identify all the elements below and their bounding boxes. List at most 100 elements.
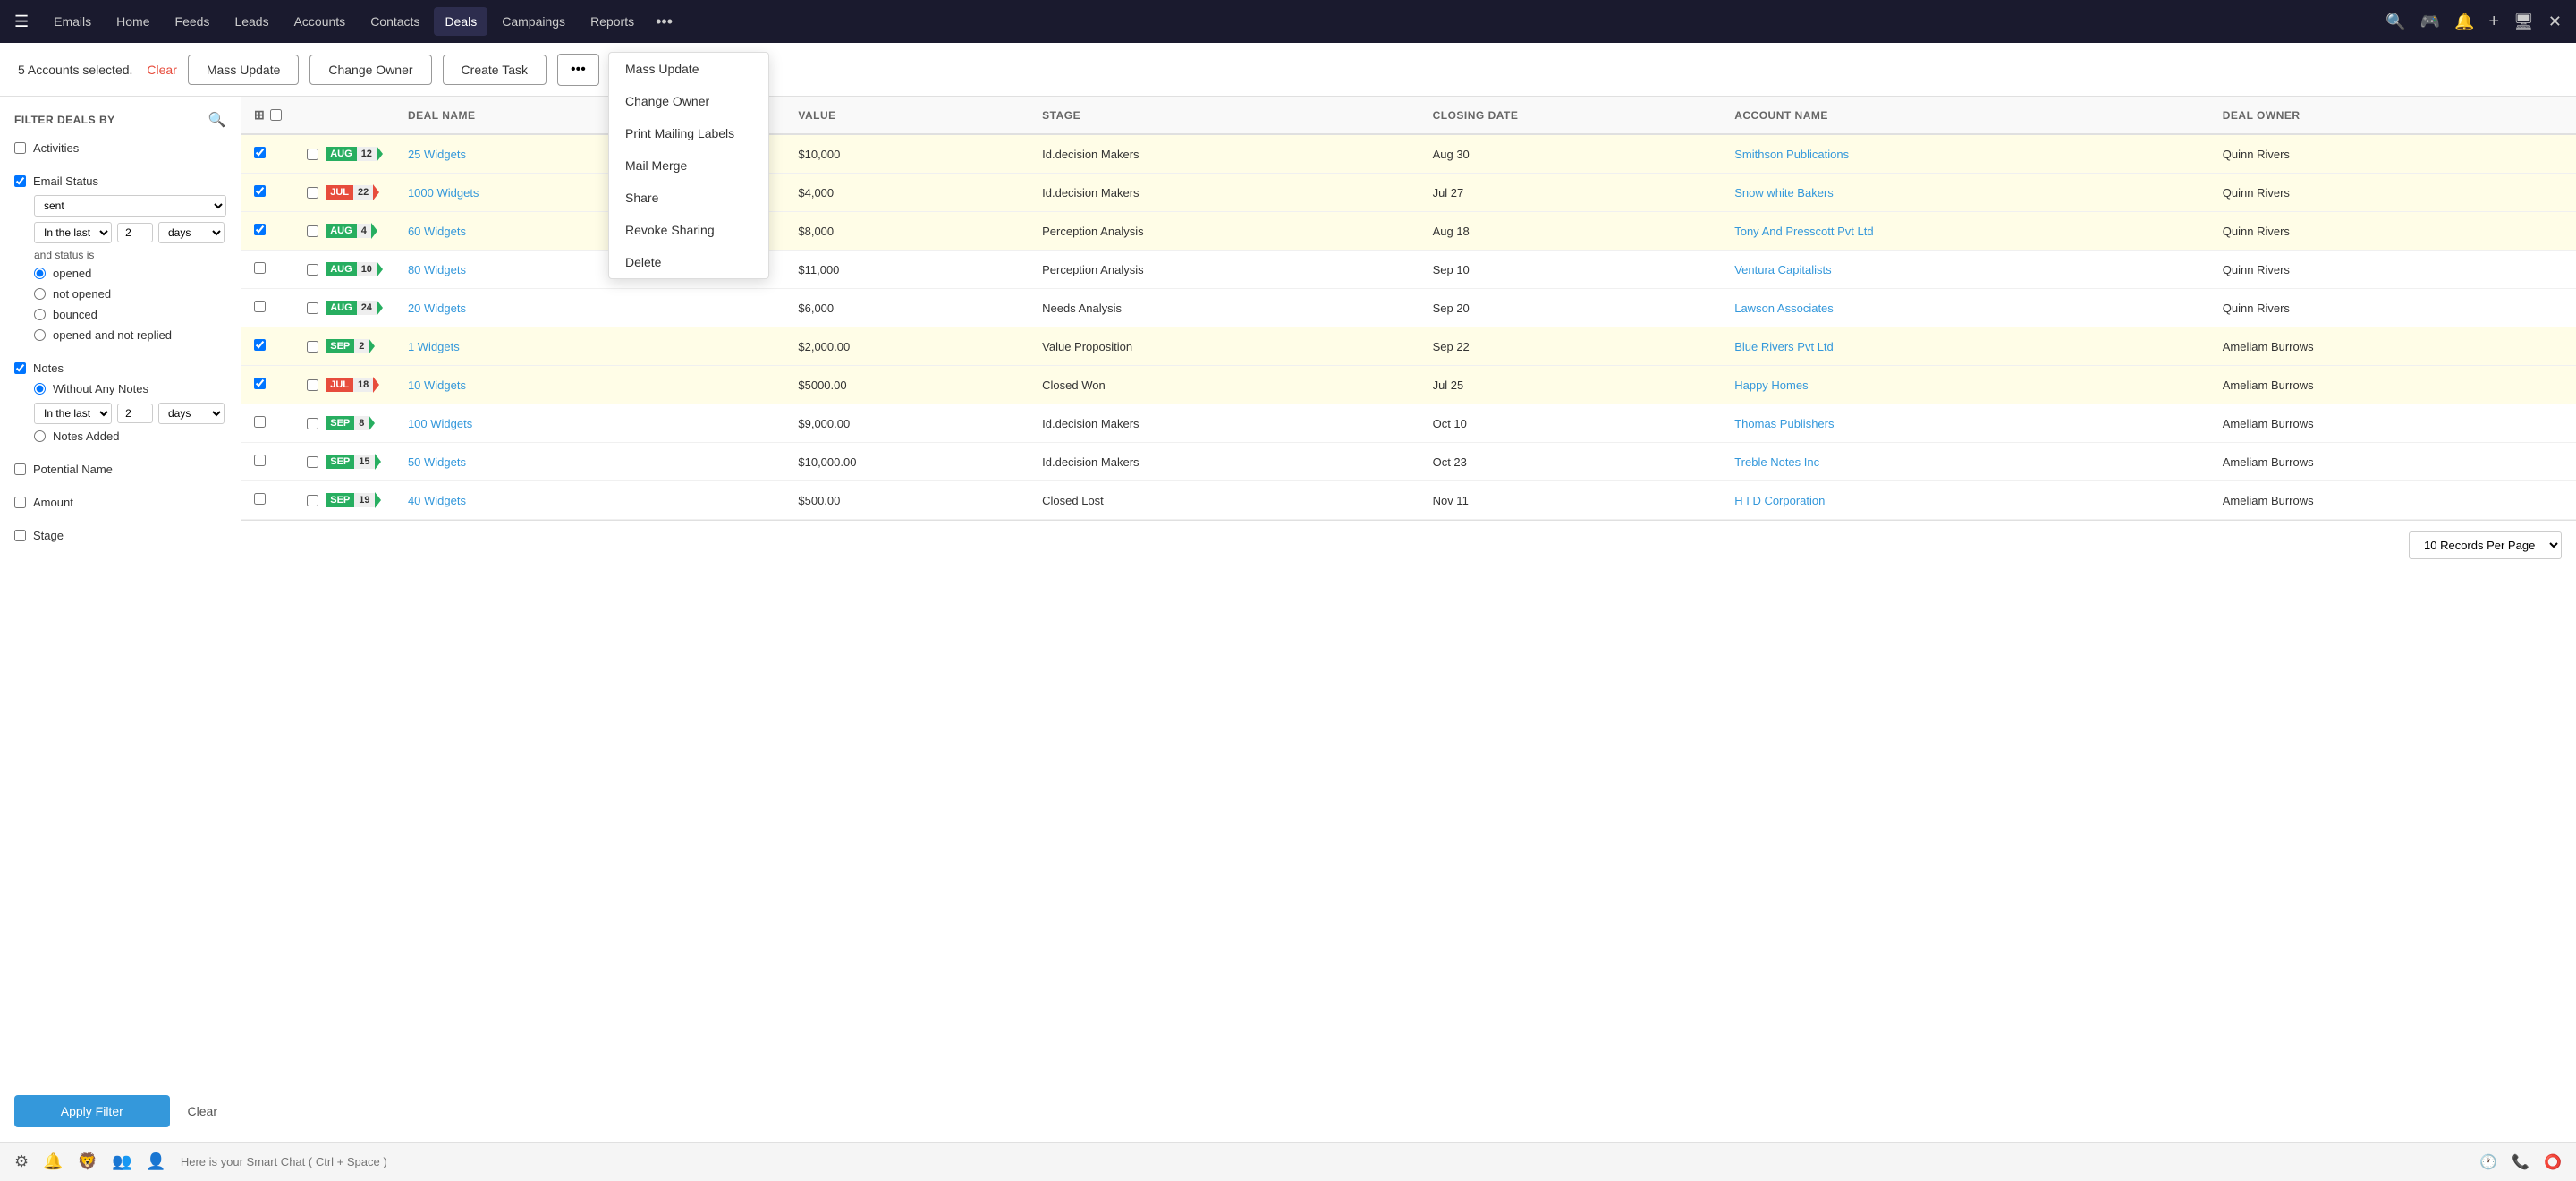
activities-label[interactable]: Activities [33, 141, 79, 155]
row-secondary-checkbox[interactable] [307, 495, 318, 506]
row-checkbox[interactable] [254, 378, 266, 389]
apply-filter-button[interactable]: Apply Filter [14, 1095, 170, 1127]
account-name-link[interactable]: Happy Homes [1734, 378, 1808, 392]
menu-icon[interactable]: ☰ [14, 13, 29, 31]
status-bounced-radio[interactable] [34, 309, 46, 320]
deal-name-link[interactable]: 1 Widgets [408, 340, 460, 353]
th-stage[interactable]: STAGE [1030, 97, 1419, 134]
deal-name-link[interactable]: 40 Widgets [408, 494, 466, 507]
without-notes-label[interactable]: Without Any Notes [53, 382, 148, 395]
account-name-link[interactable]: Snow white Bakers [1734, 186, 1834, 200]
account-name-link[interactable]: Lawson Associates [1734, 302, 1834, 315]
th-closing-date[interactable]: CLOSING DATE [1420, 97, 1723, 134]
th-deal-owner[interactable]: DEAL OWNER [2210, 97, 2576, 134]
bell-icon[interactable]: 🔔 [2454, 13, 2474, 31]
notes-checkbox[interactable] [14, 362, 26, 374]
user-icon[interactable]: 👤 [146, 1152, 165, 1171]
nav-contacts[interactable]: Contacts [360, 7, 430, 36]
dropdown-print-mailing-labels[interactable]: Print Mailing Labels [609, 117, 768, 149]
nav-deals[interactable]: Deals [434, 7, 487, 36]
more-actions-button[interactable]: ••• [557, 54, 599, 86]
phone-icon[interactable]: 📞 [2512, 1153, 2529, 1171]
email-status-select[interactable]: sent not sent opened [34, 195, 226, 217]
row-secondary-checkbox[interactable] [307, 264, 318, 276]
th-grid-icon[interactable]: ⊞ [254, 107, 265, 123]
th-account-name[interactable]: ACCOUNT NAME [1722, 97, 2210, 134]
dropdown-mail-merge[interactable]: Mail Merge [609, 149, 768, 182]
create-task-button[interactable]: Create Task [443, 55, 547, 85]
nav-reports[interactable]: Reports [580, 7, 645, 36]
email-status-checkbox[interactable] [14, 175, 26, 187]
row-checkbox[interactable] [254, 224, 266, 235]
account-name-link[interactable]: Thomas Publishers [1734, 417, 1834, 430]
nav-feeds[interactable]: Feeds [165, 7, 221, 36]
status-not-opened-radio[interactable] [34, 288, 46, 300]
dropdown-share[interactable]: Share [609, 182, 768, 214]
change-owner-button[interactable]: Change Owner [309, 55, 431, 85]
clear-selection-link[interactable]: Clear [147, 63, 176, 77]
status-not-replied-radio[interactable] [34, 329, 46, 341]
status-opened-radio[interactable] [34, 268, 46, 279]
game-icon[interactable]: 🎮 [2420, 13, 2440, 31]
status-not-opened-label[interactable]: not opened [53, 287, 111, 301]
in-the-last-select[interactable]: In the last [34, 222, 112, 243]
select-all-checkbox[interactable] [270, 109, 282, 121]
row-checkbox[interactable] [254, 455, 266, 466]
amount-checkbox[interactable] [14, 497, 26, 508]
dropdown-revoke-sharing[interactable]: Revoke Sharing [609, 214, 768, 246]
notes-added-radio[interactable] [34, 430, 46, 442]
potential-name-checkbox[interactable] [14, 463, 26, 475]
deal-name-link[interactable]: 50 Widgets [408, 455, 466, 469]
stage-label[interactable]: Stage [33, 529, 64, 542]
row-secondary-checkbox[interactable] [307, 302, 318, 314]
nav-home[interactable]: Home [106, 7, 160, 36]
without-notes-radio[interactable] [34, 383, 46, 395]
nav-more-icon[interactable]: ••• [648, 5, 680, 38]
stage-checkbox[interactable] [14, 530, 26, 541]
status-opened-label[interactable]: opened [53, 267, 91, 280]
records-per-page-select[interactable]: 10 Records Per Page 25 Records Per Page … [2409, 531, 2562, 559]
notes-period-number-input[interactable] [117, 404, 153, 423]
plus-icon[interactable]: + [2488, 12, 2499, 32]
team-icon[interactable]: 👥 [112, 1152, 131, 1171]
period-number-input[interactable] [117, 223, 153, 242]
deal-name-link[interactable]: 20 Widgets [408, 302, 466, 315]
dropdown-delete[interactable]: Delete [609, 246, 768, 278]
account-name-link[interactable]: Treble Notes Inc [1734, 455, 1819, 469]
search-icon[interactable]: 🔍 [2385, 13, 2405, 31]
row-checkbox[interactable] [254, 493, 266, 505]
row-secondary-checkbox[interactable] [307, 225, 318, 237]
account-name-link[interactable]: Ventura Capitalists [1734, 263, 1831, 276]
row-checkbox[interactable] [254, 185, 266, 197]
row-secondary-checkbox[interactable] [307, 379, 318, 391]
nav-accounts[interactable]: Accounts [284, 7, 357, 36]
period-unit-select[interactable]: days weeks months [158, 222, 225, 243]
row-secondary-checkbox[interactable] [307, 418, 318, 429]
nav-campaings[interactable]: Campaings [491, 7, 576, 36]
row-checkbox[interactable] [254, 339, 266, 351]
filter-clear-button[interactable]: Clear [179, 1095, 226, 1127]
clock-icon[interactable]: 🕐 [2479, 1153, 2497, 1171]
deal-name-link[interactable]: 10 Widgets [408, 378, 466, 392]
notes-added-label[interactable]: Notes Added [53, 429, 119, 443]
dropdown-change-owner[interactable]: Change Owner [609, 85, 768, 117]
row-secondary-checkbox[interactable] [307, 341, 318, 353]
circle-icon[interactable]: ⭕ [2544, 1153, 2562, 1171]
nav-emails[interactable]: Emails [43, 7, 102, 36]
deal-name-link[interactable]: 100 Widgets [408, 417, 472, 430]
dropdown-mass-update[interactable]: Mass Update [609, 53, 768, 85]
amount-label[interactable]: Amount [33, 496, 73, 509]
account-name-link[interactable]: Tony And Presscott Pvt Ltd [1734, 225, 1873, 238]
settings-icon[interactable]: ⚙ [14, 1152, 29, 1171]
row-checkbox[interactable] [254, 262, 266, 274]
account-name-link[interactable]: Blue Rivers Pvt Ltd [1734, 340, 1834, 353]
email-status-label[interactable]: Email Status [33, 174, 98, 188]
deal-name-link[interactable]: 80 Widgets [408, 263, 466, 276]
notes-in-the-last-select[interactable]: In the last [34, 403, 112, 424]
deal-name-link[interactable]: 60 Widgets [408, 225, 466, 238]
row-checkbox[interactable] [254, 147, 266, 158]
deal-name-link[interactable]: 25 Widgets [408, 148, 466, 161]
mass-update-button[interactable]: Mass Update [188, 55, 299, 85]
notification-icon[interactable]: 🔔 [43, 1152, 63, 1171]
screen-icon[interactable]: 🖥 [2513, 13, 2534, 31]
